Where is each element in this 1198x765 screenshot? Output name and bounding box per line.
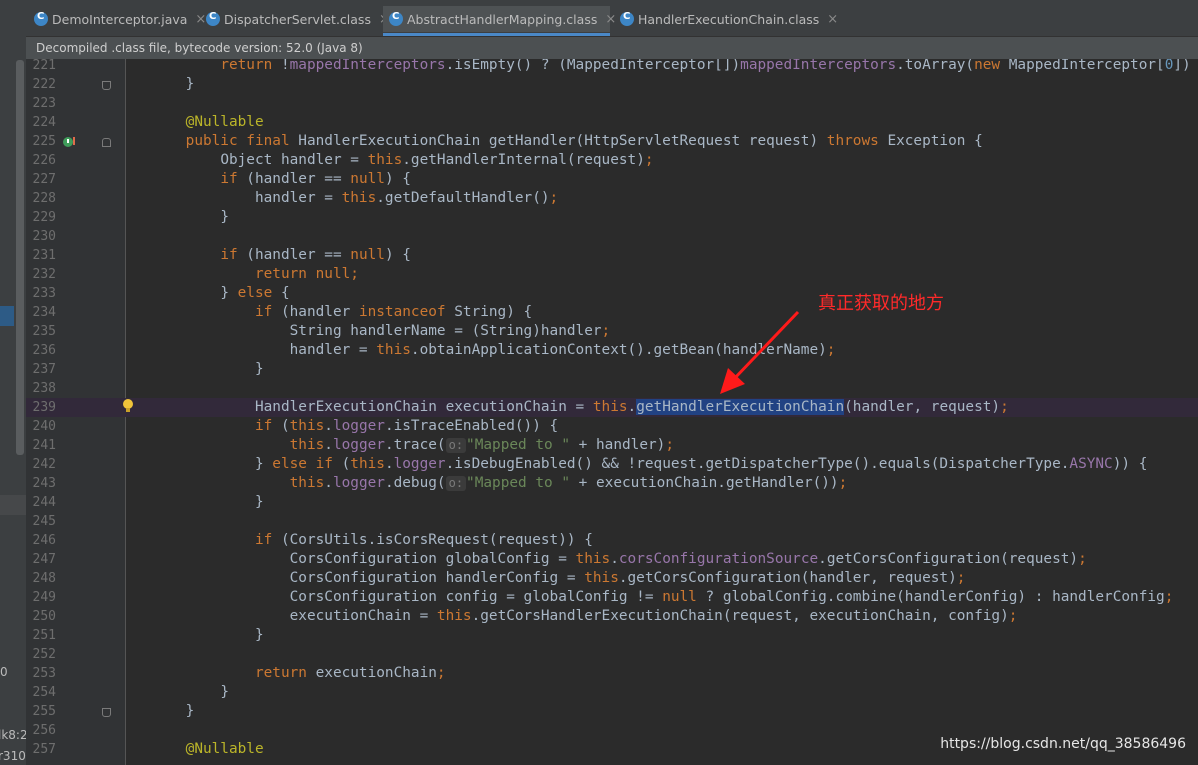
annotation-arrow-icon <box>720 310 800 394</box>
watermark: https://blog.csdn.net/qq_38586496 <box>940 736 1186 752</box>
annotation-label: 真正获取的地方 <box>818 293 944 314</box>
